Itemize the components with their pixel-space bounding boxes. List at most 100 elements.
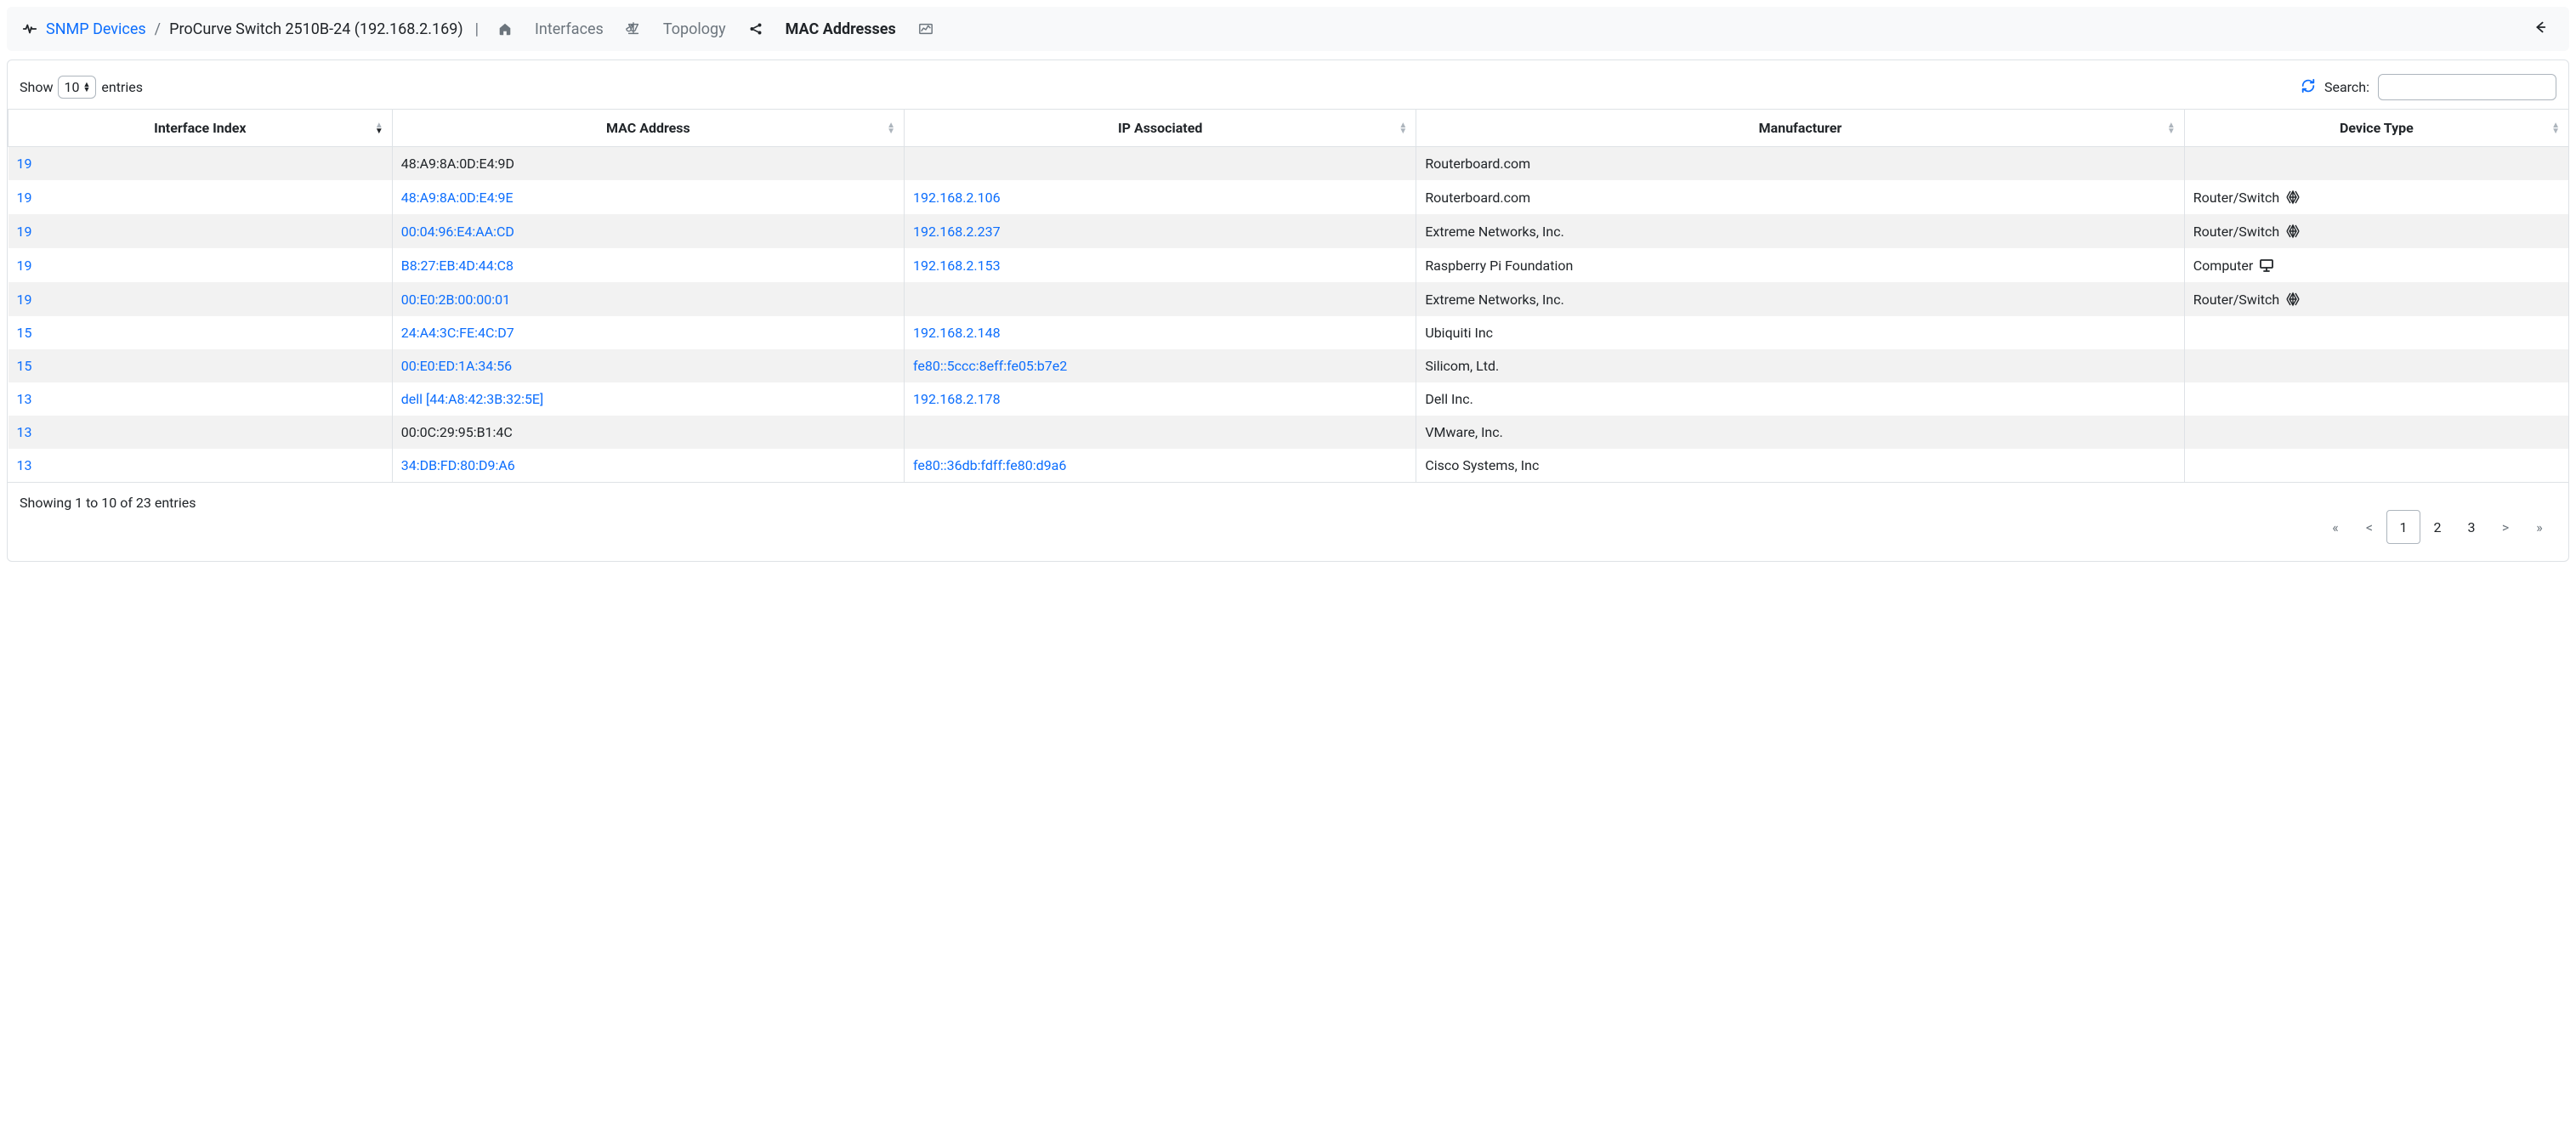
- breadcrumb-divider: |: [475, 20, 479, 38]
- iface-link[interactable]: 13: [17, 391, 32, 407]
- show-label: Show: [20, 79, 53, 95]
- table-row: 15 00:E0:ED:1A:34:56 fe80::5ccc:8eff:fe05:…: [9, 349, 2569, 382]
- ip-link[interactable]: 192.168.2.106: [913, 190, 1001, 206]
- iface-link[interactable]: 19: [17, 156, 32, 172]
- iface-link[interactable]: 13: [17, 424, 32, 440]
- table-row: 19 B8:27:EB:4D:44:C8 192.168.2.153 Raspberr…: [9, 248, 2569, 282]
- arrow-left-icon: [2532, 20, 2547, 35]
- mac-addresses-panel: Show 10 ▲▼ entries Search: Interface Ind…: [7, 59, 2569, 562]
- page-prev[interactable]: <: [2352, 510, 2386, 544]
- col-manufacturer[interactable]: Manufacturer ▲▼: [1416, 110, 2184, 147]
- col-ip-associated[interactable]: IP Associated ▲▼: [905, 110, 1416, 147]
- ip-link[interactable]: fe80::36db:fdff:fe80:d9a6: [913, 457, 1066, 473]
- device-type: Router/Switch: [2193, 291, 2301, 308]
- entries-label: entries: [101, 79, 143, 95]
- refresh-button[interactable]: [2301, 78, 2316, 97]
- iface-link[interactable]: 19: [17, 190, 32, 206]
- back-button[interactable]: [2525, 15, 2554, 42]
- mac-table: Interface Index ▲▼ MAC Address ▲▼ IP Ass…: [8, 109, 2568, 482]
- iface-link[interactable]: 15: [17, 358, 32, 374]
- device-type: Computer: [2193, 257, 2276, 274]
- table-row: 1948:A9:8A:0D:E4:9DRouterboard.com: [9, 147, 2569, 181]
- ip-link[interactable]: fe80::5ccc:8eff:fe05:b7e2: [913, 358, 1067, 374]
- iface-link[interactable]: 13: [17, 457, 32, 473]
- mac-link[interactable]: 24:A4:3C:FE:4C:D7: [401, 325, 514, 341]
- mac-text: 00:0C:29:95:B1:4C: [401, 424, 513, 440]
- iface-link[interactable]: 19: [17, 292, 32, 308]
- mac-link[interactable]: 48:A9:8A:0D:E4:9E: [401, 190, 513, 206]
- tab-mac-addresses[interactable]: MAC Addresses: [779, 17, 903, 42]
- mac-link[interactable]: dell [44:A8:42:3B:32:5E]: [401, 391, 544, 407]
- page-3[interactable]: 3: [2454, 510, 2488, 544]
- search-input[interactable]: [2378, 74, 2556, 100]
- device-type: Router/Switch: [2193, 189, 2301, 206]
- iface-link[interactable]: 15: [17, 325, 32, 341]
- table-row: 13dell [44:A8:42:3B:32:5E]192.168.2.178D…: [9, 382, 2569, 416]
- tab-chart[interactable]: [911, 18, 940, 40]
- table-row: 1900:E0:2B:00:00:01Extreme Networks, Inc…: [9, 282, 2569, 316]
- col-mac-address[interactable]: MAC Address ▲▼: [392, 110, 904, 147]
- device-type-label: Router/Switch: [2193, 292, 2279, 308]
- computer-icon: [2258, 257, 2275, 274]
- breadcrumb-current: ProCurve Switch 2510B-24 (192.168.2.169): [169, 20, 463, 38]
- manufacturer-text: Extreme Networks, Inc.: [1425, 224, 1563, 240]
- device-type: Router/Switch: [2193, 223, 2301, 240]
- breadcrumb-root-link[interactable]: SNMP Devices: [46, 20, 146, 38]
- page-size-select[interactable]: 10 ▲▼: [58, 76, 96, 99]
- network-icon: [2284, 291, 2301, 308]
- manufacturer-text: Raspberry Pi Foundation: [1425, 258, 1573, 274]
- mac-link[interactable]: 34:DB:FD:80:D9:A6: [401, 457, 515, 473]
- search-label: Search:: [2324, 79, 2369, 95]
- col-mac-label: MAC Address: [606, 120, 690, 136]
- breadcrumb-bar: SNMP Devices / ProCurve Switch 2510B-24 …: [7, 7, 2569, 51]
- tab-scale[interactable]: [619, 18, 648, 40]
- ip-link[interactable]: 192.168.2.153: [913, 258, 1001, 274]
- table-info: Showing 1 to 10 of 23 entries: [20, 495, 196, 511]
- page-size-value: 10: [64, 79, 79, 95]
- iface-link[interactable]: 19: [17, 224, 32, 240]
- manufacturer-text: VMware, Inc.: [1425, 424, 1503, 440]
- page-first[interactable]: «: [2318, 510, 2352, 544]
- ip-link[interactable]: 192.168.2.237: [913, 224, 1001, 240]
- ip-link[interactable]: 192.168.2.178: [913, 391, 1001, 407]
- col-device-type[interactable]: Device Type ▲▼: [2184, 110, 2568, 147]
- table-row: 13 00:0C:29:95:B1:4C VMware, Inc.: [9, 416, 2569, 449]
- tab-topology-label: Topology: [663, 20, 726, 38]
- sort-icon: ▲▼: [2167, 122, 2176, 134]
- select-caret-icon: ▲▼: [82, 82, 90, 93]
- mac-link[interactable]: 00:E0:2B:00:00:01: [401, 292, 510, 308]
- tab-interfaces[interactable]: Interfaces: [528, 17, 610, 42]
- breadcrumb-sep: /: [155, 20, 161, 38]
- col-iface-label: Interface Index: [154, 120, 246, 136]
- device-type-label: Computer: [2193, 258, 2254, 274]
- sort-icon: ▲▼: [375, 122, 383, 134]
- mac-link[interactable]: 00:E0:ED:1A:34:56: [401, 358, 512, 374]
- home-icon: [497, 21, 513, 37]
- table-row: 19 00:04:96:E4:AA:CD 192.168.2.237 Extreme …: [9, 214, 2569, 248]
- tab-home[interactable]: [491, 18, 519, 40]
- manufacturer-text: Cisco Systems, Inc: [1425, 457, 1539, 473]
- manufacturer-text: Routerboard.com: [1425, 190, 1530, 206]
- table-row: 1524:A4:3C:FE:4C:D7192.168.2.148Ubiquiti…: [9, 316, 2569, 349]
- col-ip-label: IP Associated: [1118, 120, 1202, 136]
- refresh-icon: [2301, 78, 2316, 93]
- sort-icon: ▲▼: [887, 122, 895, 134]
- page-last[interactable]: »: [2522, 510, 2556, 544]
- sort-icon: ▲▼: [2551, 122, 2560, 134]
- ip-link[interactable]: 192.168.2.148: [913, 325, 1001, 341]
- tab-share[interactable]: [741, 18, 770, 40]
- mac-link[interactable]: B8:27:EB:4D:44:C8: [401, 258, 513, 274]
- col-interface-index[interactable]: Interface Index ▲▼: [9, 110, 393, 147]
- page-2[interactable]: 2: [2420, 510, 2454, 544]
- mac-link[interactable]: 00:04:96:E4:AA:CD: [401, 224, 514, 240]
- manufacturer-text: Routerboard.com: [1425, 156, 1530, 172]
- pagination: « < 1 2 3 > »: [2318, 510, 2556, 544]
- tab-topology[interactable]: Topology: [656, 17, 733, 42]
- iface-link[interactable]: 19: [17, 258, 32, 274]
- tab-mac-label: MAC Addresses: [786, 20, 896, 38]
- page-next[interactable]: >: [2488, 510, 2522, 544]
- table-row: 13 34:DB:FD:80:D9:A6 fe80::36db:fdff:fe80:…: [9, 449, 2569, 482]
- page-1[interactable]: 1: [2386, 510, 2420, 544]
- tab-interfaces-label: Interfaces: [535, 20, 604, 38]
- col-manu-label: Manufacturer: [1759, 120, 1842, 136]
